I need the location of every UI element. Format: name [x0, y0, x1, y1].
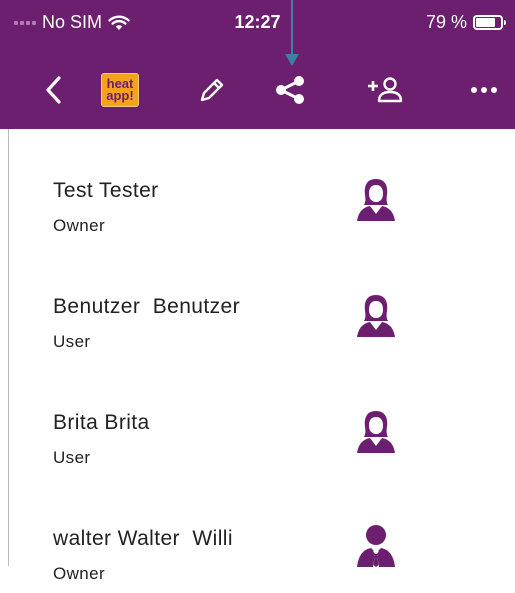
male-user-icon	[357, 525, 395, 567]
back-button[interactable]	[36, 58, 72, 122]
annotation-arrow-head	[285, 54, 299, 66]
battery-icon	[473, 15, 506, 30]
user-role: User	[53, 332, 91, 351]
user-name: Test Tester	[53, 179, 159, 202]
status-bar: No SIM 12:27 79 %	[0, 0, 515, 48]
user-role: User	[53, 448, 91, 467]
edit-button[interactable]	[192, 58, 232, 122]
female-user-icon	[357, 295, 395, 337]
back-chevron-icon	[46, 76, 61, 104]
user-list-item[interactable]: walter Walter Willi Owner	[9, 477, 515, 593]
edit-pencil-icon	[200, 78, 224, 102]
user-list-item[interactable]: Test Tester Owner	[9, 129, 515, 245]
more-options-button[interactable]	[464, 58, 504, 122]
user-name: Benutzer Benutzer	[53, 295, 240, 318]
app-logo: heat app!	[101, 73, 139, 107]
user-list-item[interactable]: Brita Brita User	[9, 361, 515, 477]
user-list: Test Tester Owner Benutzer Benutzer User…	[9, 129, 515, 583]
female-user-icon	[357, 411, 395, 453]
share-button[interactable]	[268, 58, 312, 122]
more-icon	[471, 87, 497, 93]
annotation-arrow-line	[291, 0, 293, 56]
user-role: Owner	[53, 216, 106, 235]
logo-text-line2: app!	[106, 88, 134, 103]
battery-status: 79 %	[425, 12, 506, 33]
add-user-button[interactable]	[362, 58, 406, 122]
share-icon	[276, 76, 304, 104]
toolbar: heat app!	[0, 58, 515, 122]
user-name: walter Walter Willi	[53, 527, 233, 550]
female-user-icon	[357, 179, 395, 221]
app-logo-button[interactable]: heat app!	[100, 58, 140, 122]
app-header: No SIM 12:27 79 % heat app!	[0, 0, 515, 129]
add-user-icon	[368, 77, 403, 103]
user-name: Brita Brita	[53, 411, 150, 434]
user-role: Owner	[53, 564, 106, 583]
user-list-item[interactable]: Benutzer Benutzer User	[9, 245, 515, 361]
battery-percent: 79 %	[425, 12, 467, 32]
